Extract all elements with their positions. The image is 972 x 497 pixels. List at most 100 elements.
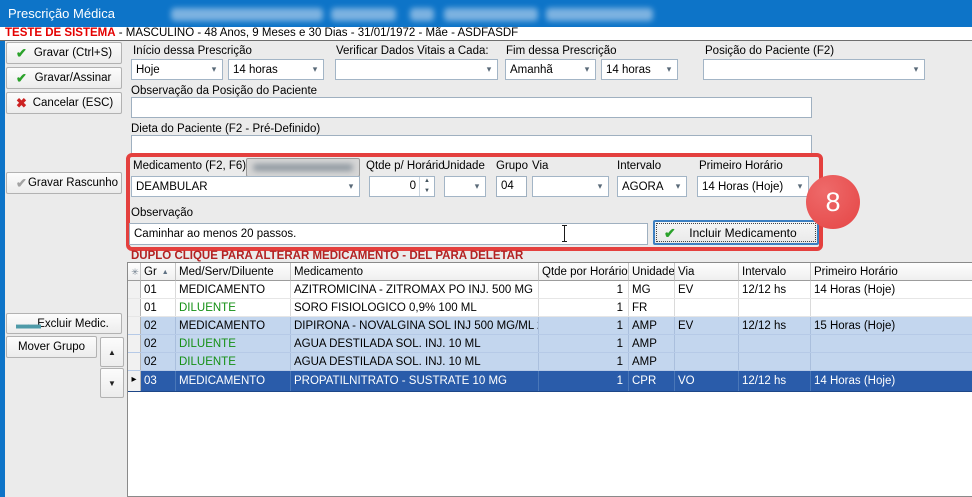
cell-intervalo: 12/12 hs: [739, 317, 811, 334]
cell-tipo: DILUENTE: [176, 299, 291, 316]
col-header-primeiro[interactable]: Primeiro Horário: [811, 263, 972, 281]
chevron-down-icon: ▾: [670, 181, 686, 192]
include-medication-button[interactable]: ✔ Incluir Medicamento: [653, 220, 819, 245]
redacted-button[interactable]: [246, 158, 360, 177]
chevron-down-icon: ▾: [592, 181, 608, 192]
col-header-tipo[interactable]: Med/Serv/Diluente: [176, 263, 291, 281]
left-accent-strip: [0, 41, 5, 497]
table-row[interactable]: 02DILUENTEAGUA DESTILADA SOL. INJ. 10 ML…: [128, 335, 972, 353]
intervalo-value: AGORA: [618, 181, 670, 193]
unidade-select[interactable]: ▾: [444, 176, 486, 197]
inicio-time-select[interactable]: 14 horas ▾: [228, 59, 324, 80]
check-icon: ✔: [16, 47, 27, 60]
prescription-window: Prescrição Médica TESTE DE SISTEMA - MAS…: [0, 0, 972, 497]
cell-via: EV: [675, 317, 739, 334]
primeiro-horario-select[interactable]: 14 Horas (Hoje) ▾: [697, 176, 809, 197]
spin-down-icon[interactable]: ▼: [420, 187, 434, 197]
obs-posicao-label: Observação da Posição do Paciente: [131, 85, 317, 97]
col-header-qtde[interactable]: Qtde por Horário: [539, 263, 629, 281]
cell-med: PROPATILNITRATO - SUSTRATE 10 MG: [291, 371, 539, 391]
move-group-up-button[interactable]: ▲: [100, 337, 124, 367]
table-row[interactable]: 02DILUENTEAGUA DESTILADA SOL. INJ. 10 ML…: [128, 353, 972, 371]
delete-medication-button[interactable]: ▬▬ Excluir Medic.: [6, 313, 122, 334]
move-group-button[interactable]: Mover Grupo: [6, 336, 97, 358]
cell-primeiro: 15 Horas (Hoje): [811, 317, 972, 334]
inicio-day-value: Hoje: [132, 64, 206, 76]
via-select[interactable]: ▾: [532, 176, 609, 197]
step-badge: 8: [806, 175, 860, 229]
posicao-paciente-label: Posição do Paciente (F2): [705, 45, 834, 57]
chevron-down-icon: ▾: [908, 64, 924, 75]
move-group-label: Mover Grupo: [7, 337, 96, 357]
redacted-title-text: [410, 8, 434, 21]
save-draft-button[interactable]: ✔ Gravar Rascunho: [6, 172, 122, 194]
sort-asc-icon: ▲: [162, 269, 169, 276]
chevron-down-icon: ▾: [343, 181, 359, 192]
patient-name: TESTE DE SISTEMA: [5, 27, 116, 39]
spin-up-icon[interactable]: ▲: [420, 177, 434, 187]
check-icon: ✔: [16, 72, 27, 85]
cell-unidade: FR: [629, 299, 675, 316]
window-title: Prescrição Médica: [8, 6, 115, 21]
asterisk-icon: ✳: [129, 267, 139, 277]
minus-icon: ▬▬: [16, 317, 40, 330]
intervalo-select[interactable]: AGORA ▾: [617, 176, 687, 197]
cell-gr: 01: [141, 299, 176, 316]
col-header-medicamento[interactable]: Medicamento: [291, 263, 539, 281]
chevron-down-icon: ▾: [481, 64, 497, 75]
cell-unidade: AMP: [629, 353, 675, 370]
medicamento-select[interactable]: DEAMBULAR ▾: [131, 176, 360, 197]
via-label: Via: [532, 160, 548, 172]
include-medication-label: Incluir Medicamento: [661, 223, 811, 244]
cell-intervalo: [739, 299, 811, 316]
obs-posicao-input[interactable]: [131, 97, 812, 118]
cell-primeiro: [811, 335, 972, 352]
redacted-title-text: [171, 8, 323, 21]
observacao-input[interactable]: Caminhar ao menos 20 passos.: [129, 223, 648, 245]
cell-gr: 02: [141, 317, 176, 334]
primeiro-horario-value: 14 Horas (Hoje): [698, 181, 792, 193]
table-row[interactable]: 01MEDICAMENTOAZITROMICINA - ZITROMAX PO …: [128, 281, 972, 299]
cell-gr: 03: [141, 371, 176, 391]
cell-unidade: AMP: [629, 335, 675, 352]
posicao-paciente-select[interactable]: ▾: [703, 59, 925, 80]
cell-via: [675, 299, 739, 316]
fim-time-select[interactable]: 14 horas ▾: [601, 59, 678, 80]
save-button[interactable]: ✔ Gravar (Ctrl+S): [6, 42, 122, 64]
grupo-input[interactable]: 04: [496, 176, 527, 197]
dados-vitais-label: Verificar Dados Vitais a Cada:: [336, 45, 489, 57]
col-header-intervalo[interactable]: Intervalo: [739, 263, 811, 281]
cell-tipo: MEDICAMENTO: [176, 317, 291, 334]
qtde-stepper[interactable]: 0 ▲ ▼: [369, 176, 435, 197]
dados-vitais-select[interactable]: ▾: [335, 59, 498, 80]
cell-tipo: DILUENTE: [176, 335, 291, 352]
cell-intervalo: 12/12 hs: [739, 281, 811, 298]
col-header-unidade[interactable]: Unidade: [629, 263, 675, 281]
arrow-up-icon: ▲: [108, 348, 116, 357]
fim-prescricao-label: Fim dessa Prescrição: [506, 45, 617, 57]
table-row[interactable]: ▸03MEDICAMENTOPROPATILNITRATO - SUSTRATE…: [128, 371, 972, 392]
cell-primeiro: [811, 299, 972, 316]
table-row[interactable]: 02MEDICAMENTODIPIRONA - NOVALGINA SOL IN…: [128, 317, 972, 335]
row-pointer-icon: ▸: [128, 371, 141, 391]
row-indicator: [128, 281, 141, 298]
patient-details: - MASCULINO - 48 Anos, 9 Meses e 30 Dias…: [116, 27, 519, 39]
row-indicator: [128, 335, 141, 352]
move-group-down-button[interactable]: ▼: [100, 368, 124, 398]
col-header-via[interactable]: Via: [675, 263, 739, 281]
save-sign-button[interactable]: ✔ Gravar/Assinar: [6, 67, 122, 89]
grid-caption: DUPLO CLIQUE PARA ALTERAR MEDICAMENTO - …: [131, 250, 523, 262]
col-header-gr[interactable]: Gr▲: [141, 263, 176, 281]
inicio-day-select[interactable]: Hoje ▾: [131, 59, 223, 80]
fim-day-select[interactable]: Amanhã ▾: [505, 59, 596, 80]
cell-qtde: 1: [539, 281, 629, 298]
table-row[interactable]: 01DILUENTESORO FISIOLOGICO 0,9% 100 ML1F…: [128, 299, 972, 317]
chevron-down-icon: ▾: [469, 181, 485, 192]
cancel-button[interactable]: ✖ Cancelar (ESC): [6, 92, 122, 114]
cell-qtde: 1: [539, 371, 629, 391]
patient-info-bar: TESTE DE SISTEMA - MASCULINO - 48 Anos, …: [0, 27, 972, 41]
chevron-down-icon: ▾: [307, 64, 323, 75]
cell-intervalo: 12/12 hs: [739, 371, 811, 391]
cell-primeiro: [811, 353, 972, 370]
cell-gr: 01: [141, 281, 176, 298]
